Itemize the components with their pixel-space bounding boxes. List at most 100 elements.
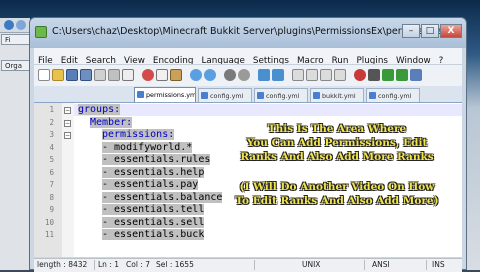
status-eol-format: UNIX <box>302 260 321 269</box>
line-number: 11 <box>44 230 54 239</box>
run-macro-multiple-icon[interactable] <box>396 69 408 81</box>
sync-scroll-icon[interactable] <box>292 69 304 81</box>
show-all-chars-icon[interactable] <box>320 69 332 81</box>
background-explorer-nav <box>0 18 30 33</box>
find-icon[interactable] <box>224 69 236 81</box>
menu-bar: File Edit Search View Encoding Language Settin… <box>34 48 462 66</box>
save-icon[interactable] <box>66 69 78 81</box>
fold-toggle-icon[interactable]: − <box>64 107 71 114</box>
file-tab-bar: permissions.yml config.yml config.yml bu… <box>34 86 462 103</box>
code-line: permissions: <box>102 129 175 142</box>
code-line: groups: <box>78 104 121 117</box>
code-line: - essentials.help <box>102 166 205 180</box>
redo-icon[interactable] <box>204 69 216 81</box>
undo-icon[interactable] <box>190 69 202 81</box>
code-text: - essentials.buck <box>102 229 205 240</box>
annotation-line: This Is The Area Where <box>267 123 407 135</box>
maximize-button[interactable]: □ <box>421 24 439 38</box>
tab-label: config.yml <box>266 92 300 100</box>
file-saved-icon <box>369 92 376 99</box>
code-text: groups: <box>78 104 121 115</box>
line-number: 9 <box>49 205 54 214</box>
code-text: Member: <box>90 116 133 128</box>
annotation-line: Ranks And Also Add More Ranks <box>240 151 434 163</box>
code-line: Member: <box>90 116 133 130</box>
tab-label: permissions.yml <box>146 91 196 99</box>
status-divider <box>426 260 427 270</box>
code-line: - essentials.sell <box>102 216 205 230</box>
status-length: length : 8432 <box>37 260 88 269</box>
save-macro-icon[interactable] <box>410 69 422 81</box>
file-saved-icon <box>257 92 264 99</box>
back-arrow-icon[interactable] <box>4 20 14 30</box>
tab-label: config.yml <box>378 92 412 100</box>
tab-permissions-yml[interactable]: permissions.yml <box>134 87 196 102</box>
annotation-line: You Can Add Permissions, Edit <box>246 137 428 149</box>
copy-icon[interactable] <box>156 69 168 81</box>
code-line: - essentials.balance <box>102 191 223 205</box>
status-selection: Sel : 1655 <box>156 260 194 269</box>
file-saved-icon <box>201 92 208 99</box>
line-number: 6 <box>49 167 54 177</box>
notepad-plus-plus-app-icon <box>35 26 47 38</box>
fold-toggle-icon[interactable]: − <box>64 119 71 127</box>
forward-arrow-icon[interactable] <box>16 20 26 30</box>
code-text: - modifyworld.* <box>102 141 193 153</box>
annotation-line: (I Will Do Another Video On How <box>239 181 435 193</box>
close-all-icon[interactable] <box>108 69 120 81</box>
indent-guide-icon[interactable] <box>334 69 346 81</box>
line-number: 3 <box>49 130 54 139</box>
new-file-icon[interactable] <box>38 69 50 81</box>
fold-toggle-icon[interactable]: − <box>64 132 71 139</box>
zoom-in-icon[interactable] <box>258 69 270 81</box>
title-bar[interactable]: C:\Users\chaz\Desktop\Minecraft Bukkit S… <box>30 18 466 48</box>
status-line: Ln : 1 <box>98 260 119 269</box>
status-encoding: ANSI <box>372 260 390 269</box>
current-line-highlight <box>74 104 462 116</box>
word-wrap-icon[interactable] <box>306 69 318 81</box>
paste-icon[interactable] <box>170 69 182 81</box>
code-line: - essentials.buck <box>102 229 205 242</box>
code-text: - essentials.rules <box>102 154 211 165</box>
save-all-icon[interactable] <box>80 69 92 81</box>
tab-label: config.yml <box>210 92 244 100</box>
code-line: - modifyworld.* <box>102 141 193 155</box>
file-saved-icon <box>313 92 320 99</box>
line-number: 5 <box>49 155 54 164</box>
tab-label: bukkit.yml <box>322 92 356 100</box>
tab-bukkit-yml[interactable]: bukkit.yml <box>310 88 364 102</box>
status-divider <box>254 260 255 270</box>
line-number: 1 <box>49 105 54 114</box>
minimize-button[interactable]: – <box>402 24 420 38</box>
code-text: - essentials.sell <box>102 216 205 228</box>
code-text: permissions: <box>102 129 175 140</box>
annotation-line: To Edit Ranks And Also Add More) <box>235 195 439 207</box>
open-file-icon[interactable] <box>52 69 64 81</box>
tab-config-yml-3[interactable]: config.yml <box>366 88 420 102</box>
cut-icon[interactable] <box>142 69 154 81</box>
stop-macro-icon[interactable] <box>368 69 380 81</box>
code-text: - essentials.balance <box>102 191 223 203</box>
line-number: 8 <box>49 192 54 202</box>
file-saved-icon <box>137 91 144 98</box>
toolbar <box>34 64 462 87</box>
replace-icon[interactable] <box>238 69 250 81</box>
window-title: C:\Users\chaz\Desktop\Minecraft Bukkit S… <box>52 26 460 37</box>
play-macro-icon[interactable] <box>382 69 394 81</box>
tab-config-yml-1[interactable]: config.yml <box>198 88 252 102</box>
code-text: - essentials.tell <box>102 204 205 215</box>
line-number: 10 <box>44 217 54 227</box>
line-number: 4 <box>49 142 54 152</box>
status-column: Col : 7 <box>126 260 150 269</box>
zoom-out-icon[interactable] <box>272 69 284 81</box>
code-line: - essentials.rules <box>102 154 211 167</box>
print-icon[interactable] <box>122 69 134 81</box>
tab-config-yml-2[interactable]: config.yml <box>254 88 308 102</box>
status-insert-mode: INS <box>432 260 445 269</box>
record-macro-icon[interactable] <box>354 69 366 81</box>
close-button[interactable]: X <box>440 24 462 38</box>
code-line: - essentials.tell <box>102 204 205 217</box>
code-text: - essentials.help <box>102 166 205 178</box>
status-divider <box>364 260 365 270</box>
close-file-icon[interactable] <box>94 69 106 81</box>
